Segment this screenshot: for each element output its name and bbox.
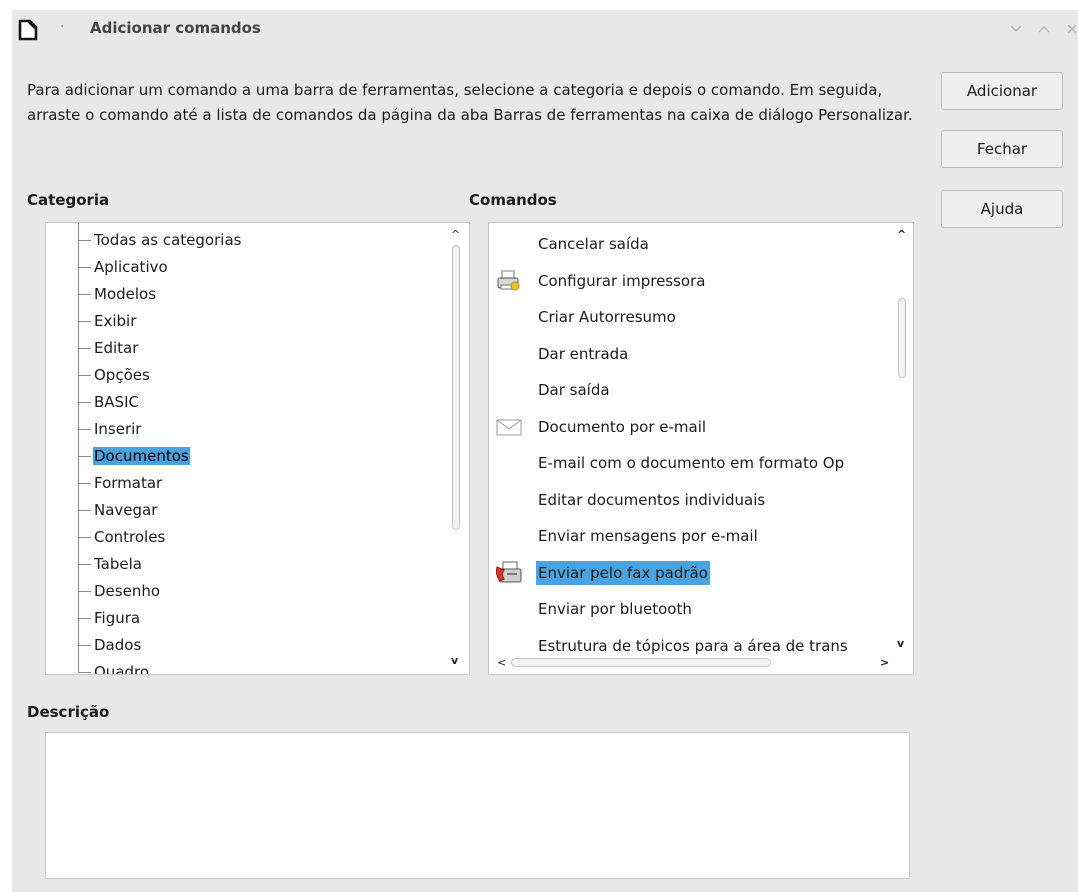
scroll-right-icon[interactable]: >	[880, 657, 889, 668]
tree-connector	[78, 645, 91, 646]
category-item[interactable]: Inserir	[93, 418, 142, 440]
close-button-label: Fechar	[976, 140, 1028, 158]
printer-setup-icon	[495, 269, 523, 293]
category-item-label: Exibir	[94, 312, 137, 330]
commands-list[interactable]: Cancelar saída Configurar impressora Criar…	[488, 222, 914, 675]
tree-connector	[78, 348, 91, 349]
tree-connector	[78, 456, 91, 457]
category-label: Categoria	[27, 191, 110, 209]
tree-connector	[78, 483, 91, 484]
tree-connector	[78, 591, 91, 592]
command-item[interactable]: Enviar por bluetooth	[538, 597, 692, 621]
category-item-label: Opções	[94, 366, 150, 384]
command-item[interactable]: Enviar pelo fax padrão	[536, 561, 710, 585]
category-item-label: Todas as categorias	[94, 231, 242, 249]
help-button-label: Ajuda	[980, 200, 1024, 218]
fax-icon	[495, 561, 523, 585]
category-item-label: Controles	[94, 528, 166, 546]
tree-connector	[78, 402, 91, 403]
add-button-label: Adicionar	[966, 82, 1038, 100]
tree-connector	[78, 294, 91, 295]
category-item-label: Navegar	[94, 501, 158, 519]
tree-connector	[78, 321, 91, 322]
tree-connector	[78, 267, 91, 268]
tree-connector	[78, 537, 91, 538]
scroll-down-icon[interactable]: v	[451, 655, 458, 666]
tree-connector	[78, 240, 91, 241]
category-item[interactable]: Desenho	[93, 580, 161, 602]
add-button[interactable]: Adicionar	[941, 72, 1063, 110]
document-icon	[18, 19, 38, 41]
category-item[interactable]: Navegar	[93, 499, 158, 521]
commands-label: Comandos	[469, 191, 557, 209]
category-item-label: Inserir	[94, 420, 142, 438]
close-icon[interactable]	[1064, 21, 1078, 37]
category-item-label: BASIC	[94, 393, 139, 411]
category-item[interactable]: Exibir	[93, 310, 137, 332]
category-item[interactable]: Quadro	[93, 661, 150, 675]
category-item[interactable]: Figura	[93, 607, 141, 629]
window-title: Adicionar comandos	[90, 19, 261, 37]
commands-hscrollbar[interactable]: < >	[495, 655, 890, 671]
category-list[interactable]: Todas as categorias Aplicativo Modelos Exib…	[45, 222, 470, 675]
tree-connector	[78, 564, 91, 565]
category-item[interactable]: Formatar	[93, 472, 163, 494]
description-box	[45, 732, 910, 879]
category-item-label: Quadro	[94, 663, 150, 675]
command-item[interactable]: E-mail com o documento em formato Op	[538, 451, 844, 475]
tree-connector	[78, 429, 91, 430]
commands-hscroll-thumb[interactable]	[511, 658, 771, 667]
command-item[interactable]: Documento por e-mail	[538, 415, 706, 439]
category-item[interactable]: Tabela	[93, 553, 143, 575]
tree-connector	[78, 510, 91, 511]
category-item-label: Formatar	[94, 474, 163, 492]
category-item[interactable]: Documentos	[93, 445, 190, 467]
help-button[interactable]: Ajuda	[941, 190, 1063, 228]
category-item-label: Modelos	[94, 285, 157, 303]
scroll-down-icon[interactable]: v	[897, 638, 904, 649]
tree-connector	[78, 672, 91, 673]
command-item[interactable]: Dar entrada	[538, 342, 628, 366]
add-commands-dialog: · Adicionar comandos Para adicionar um c…	[12, 10, 1078, 892]
category-scroll-thumb[interactable]	[452, 245, 460, 530]
command-item[interactable]: Criar Autorresumo	[538, 305, 676, 329]
minimize-icon[interactable]	[1008, 21, 1024, 37]
scroll-up-icon[interactable]: ^	[897, 229, 906, 240]
category-item[interactable]: Editar	[93, 337, 139, 359]
command-item[interactable]: Enviar mensagens por e-mail	[538, 524, 758, 548]
category-item[interactable]: Dados	[93, 634, 142, 656]
category-item-label: Aplicativo	[94, 258, 168, 276]
close-button[interactable]: Fechar	[941, 130, 1063, 168]
title-separator: ·	[60, 19, 65, 35]
category-item[interactable]: Opções	[93, 364, 151, 386]
instructions-text: Para adicionar um comando a uma barra de…	[27, 81, 913, 124]
scroll-up-icon[interactable]: ^	[451, 229, 460, 240]
maximize-icon[interactable]	[1036, 21, 1052, 37]
title-bar: · Adicionar comandos	[12, 10, 1078, 48]
category-item-label: Tabela	[94, 555, 142, 573]
category-scrollbar[interactable]: ^ v	[449, 223, 463, 674]
tree-connector	[78, 618, 91, 619]
category-item[interactable]: BASIC	[93, 391, 140, 413]
description-label: Descrição	[27, 703, 110, 721]
scroll-left-icon[interactable]: <	[497, 657, 506, 668]
category-item[interactable]: Aplicativo	[93, 256, 169, 278]
category-item-label: Documentos	[93, 447, 190, 465]
category-item-label: Editar	[94, 339, 139, 357]
category-item[interactable]: Controles	[93, 526, 166, 548]
commands-scroll-thumb[interactable]	[898, 298, 906, 378]
category-item-label: Desenho	[94, 582, 161, 600]
category-item-label: Dados	[94, 636, 142, 654]
mail-icon	[495, 415, 523, 439]
category-item[interactable]: Todas as categorias	[93, 229, 242, 251]
tree-connector	[78, 223, 79, 673]
command-item[interactable]: Dar saída	[538, 378, 610, 402]
commands-scrollbar[interactable]: ^ v	[895, 223, 909, 655]
command-item[interactable]: Cancelar saída	[538, 232, 649, 256]
command-item[interactable]: Editar documentos individuais	[538, 488, 765, 512]
tree-connector	[78, 375, 91, 376]
command-item[interactable]: Configurar impressora	[538, 269, 705, 293]
category-item[interactable]: Modelos	[93, 283, 157, 305]
category-item-label: Figura	[94, 609, 141, 627]
